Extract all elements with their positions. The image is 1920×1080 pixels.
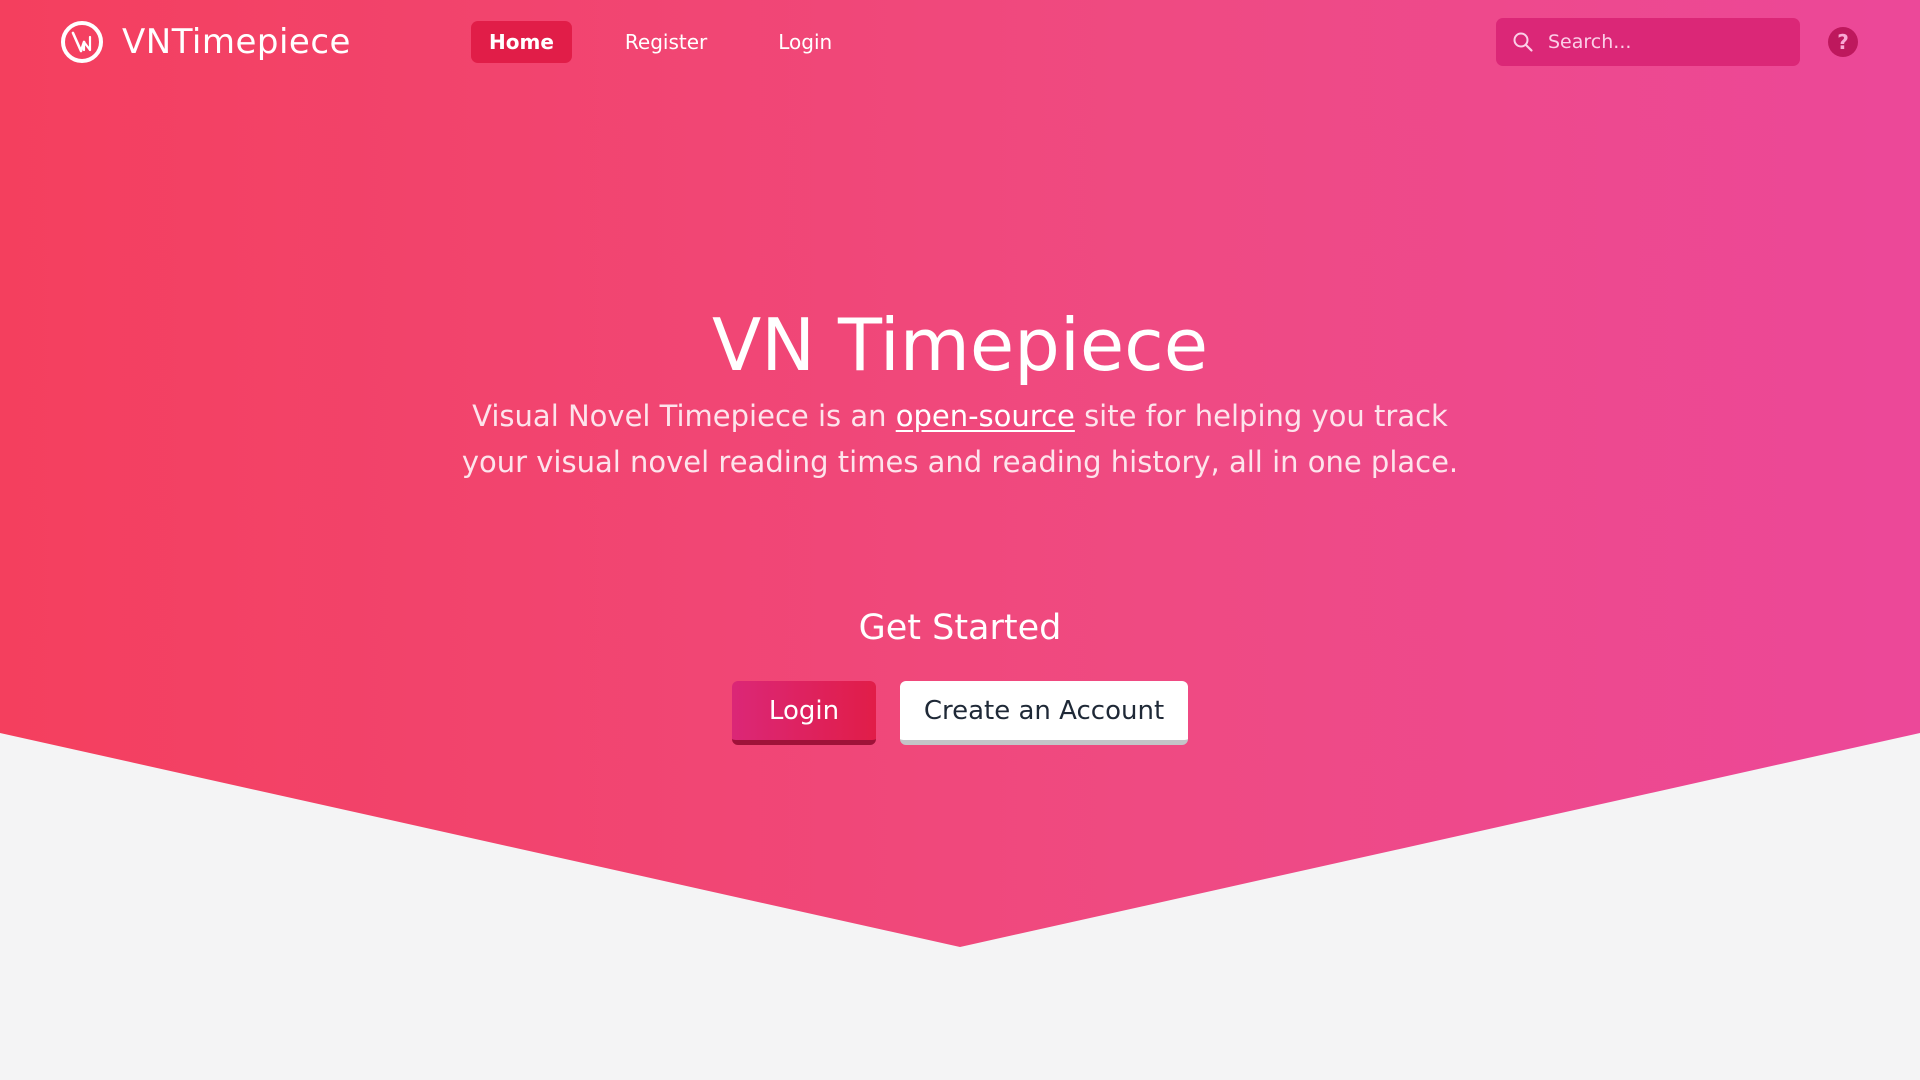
hero-background	[0, 0, 1920, 947]
search-icon	[1512, 31, 1534, 53]
create-account-button[interactable]: Create an Account	[900, 681, 1188, 745]
nav-register-link[interactable]: Register	[607, 21, 725, 63]
hero-subtitle: Visual Novel Timepiece is an open-source…	[460, 393, 1460, 485]
nav-home-link[interactable]: Home	[471, 21, 572, 63]
open-source-link[interactable]: open-source	[896, 399, 1075, 433]
top-navbar: VNTimepiece Home Register Login ?	[0, 0, 1920, 86]
search-box[interactable]	[1496, 18, 1800, 66]
brand-link[interactable]: VNTimepiece	[60, 18, 351, 66]
question-circle-icon[interactable]: ?	[1828, 27, 1858, 57]
cta-buttons: Login Create an Account	[732, 681, 1188, 745]
get-started-heading: Get Started	[858, 608, 1062, 648]
search-input[interactable]	[1546, 30, 1790, 54]
login-button[interactable]: Login	[732, 681, 876, 745]
vn-clock-logo-icon	[60, 20, 104, 64]
hero-title: VN Timepiece	[711, 303, 1209, 387]
brand-name: VNTimepiece	[122, 22, 351, 62]
nav-links: Home Register Login	[471, 21, 885, 63]
nav-login-link[interactable]: Login	[760, 21, 850, 63]
page: VNTimepiece Home Register Login ? VN Tim…	[0, 0, 1920, 1080]
hero-subtitle-text-before: Visual Novel Timepiece is an	[472, 399, 896, 433]
